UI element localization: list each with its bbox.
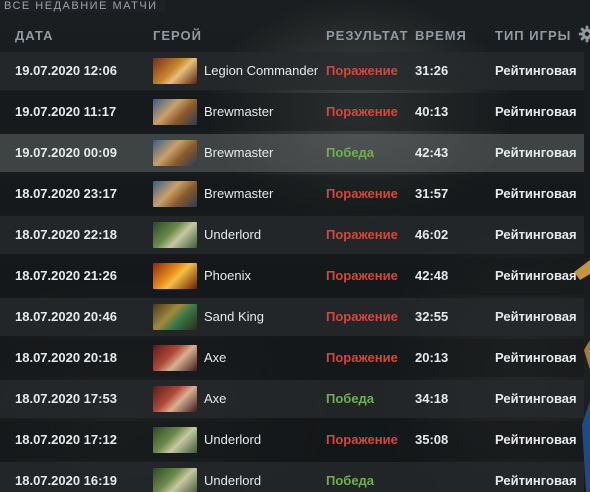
underlord-portrait [153,427,197,453]
match-date: 19.07.2020 11:17 [15,104,117,119]
phoenix-portrait [153,263,197,289]
match-date: 18.07.2020 23:17 [15,186,117,201]
hero-name: Brewmaster [204,186,274,201]
match-result: Победа [326,391,375,406]
hero-name: Brewmaster [204,104,274,119]
table-row[interactable]: 19.07.2020 00:09 Brewmaster Победа 42:43 Рей… [0,134,584,172]
match-result: Поражение [326,186,398,201]
brewmaster-portrait [153,140,197,166]
underlord-portrait [153,222,197,248]
hero-name: Brewmaster [204,145,274,160]
match-result: Поражение [326,309,398,324]
hero-name: Axe [204,391,227,406]
match-date: 18.07.2020 16:19 [15,473,117,488]
hero-name: Underlord [204,432,262,447]
match-duration: 35:08 [415,432,449,447]
match-result: Победа [326,145,375,160]
column-header-game-type[interactable]: ТИП ИГРЫ [495,23,571,49]
match-duration [415,462,475,492]
brewmaster-portrait [153,99,197,125]
match-duration: 46:02 [415,227,449,242]
game-type: Рейтинговая [495,227,577,242]
hero-name: Sand King [204,309,264,324]
match-result: Поражение [326,350,398,365]
background-artwork [574,260,590,492]
match-list: 19.07.2020 12:06 Legion Commander Поражени… [0,52,590,492]
match-duration: 20:13 [415,350,449,365]
axe-portrait [153,345,197,371]
match-date: 18.07.2020 20:46 [15,309,117,324]
axe-portrait [153,386,197,412]
match-date: 18.07.2020 17:53 [15,391,117,406]
match-result: Поражение [326,227,398,242]
hero-name: Underlord [204,473,262,488]
match-duration: 42:43 [415,145,449,160]
underlord-portrait [153,468,197,492]
brewmaster-portrait [153,181,197,207]
match-date: 18.07.2020 20:18 [15,350,117,365]
match-duration: 32:55 [415,309,449,324]
table-row[interactable]: 18.07.2020 16:19 Underlord Победа Рейтингов… [0,462,584,492]
game-type: Рейтинговая [495,63,577,78]
table-row[interactable]: 19.07.2020 12:06 Legion Commander Поражени… [0,52,584,90]
table-row[interactable]: 18.07.2020 17:12 Underlord Поражение 35:08 Р… [0,421,584,459]
hero-name: Legion Commander [204,63,318,78]
match-date: 18.07.2020 22:18 [15,227,117,242]
table-header: ДАТА ГЕРОЙ РЕЗУЛЬТАТ ВРЕМЯ ТИП ИГРЫ [0,23,590,49]
match-date: 18.07.2020 17:12 [15,432,117,447]
table-row[interactable]: 18.07.2020 22:18 Underlord Поражение 46:02 Р… [0,216,584,254]
column-header-result[interactable]: РЕЗУЛЬТАТ [326,23,409,49]
hero-name: Underlord [204,227,262,242]
column-header-hero[interactable]: ГЕРОЙ [153,23,202,49]
match-date: 18.07.2020 21:26 [15,268,117,283]
game-type: Рейтинговая [495,104,577,119]
match-result: Поражение [326,104,398,119]
match-duration: 42:48 [415,268,449,283]
match-result: Поражение [326,63,398,78]
hero-name: Phoenix [204,268,251,283]
match-result: Поражение [326,268,398,283]
match-duration: 34:18 [415,391,449,406]
legion-commander-portrait [153,58,197,84]
match-duration: 31:26 [415,63,449,78]
match-duration: 40:13 [415,104,449,119]
table-row[interactable]: 19.07.2020 11:17 Brewmaster Поражение 40:13… [0,93,584,131]
table-row[interactable]: 18.07.2020 23:17 Brewmaster Поражение 31:57… [0,175,584,213]
match-duration: 31:57 [415,186,449,201]
match-result: Поражение [326,432,398,447]
sand-king-portrait [153,304,197,330]
hero-name: Axe [204,350,227,365]
table-row[interactable]: 18.07.2020 20:46 Sand King Поражение 32:55 Р… [0,298,584,336]
match-date: 19.07.2020 00:09 [15,145,117,160]
match-date: 19.07.2020 12:06 [15,63,117,78]
gear-icon[interactable] [578,25,590,43]
table-row[interactable]: 18.07.2020 20:18 Axe Поражение 20:13 Рейтинг… [0,339,584,377]
column-header-date[interactable]: ДАТА [15,23,54,49]
table-row[interactable]: 18.07.2020 17:53 Axe Победа 34:18 Рейтингова… [0,380,584,418]
section-title: ВСЕ НЕДАВНИЕ МАТЧИ [0,0,166,12]
game-type: Рейтинговая [495,145,577,160]
table-row[interactable]: 18.07.2020 21:26 Phoenix Поражение 42:48 Рей… [0,257,584,295]
column-header-duration[interactable]: ВРЕМЯ [415,23,467,49]
game-type: Рейтинговая [495,186,577,201]
match-result: Победа [326,473,375,488]
